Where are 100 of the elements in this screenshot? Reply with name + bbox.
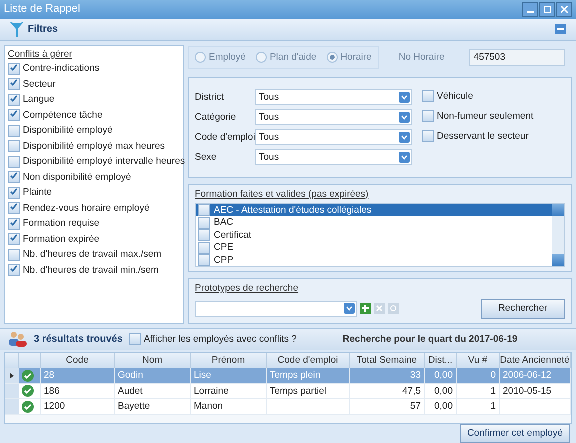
table-cell: 28: [41, 368, 115, 384]
table-row[interactable]: 1200 Bayette Manon 57 0,00 1: [5, 399, 571, 415]
dropdown-caret-icon[interactable]: [399, 152, 410, 163]
close-button[interactable]: [556, 2, 572, 17]
checkbox[interactable]: [8, 156, 20, 168]
checkbox[interactable]: [8, 248, 20, 261]
checkbox[interactable]: [8, 140, 20, 152]
collapse-icon[interactable]: [555, 24, 566, 34]
table-cell: Lise: [191, 368, 267, 384]
row-indicator-cell: [5, 384, 19, 400]
table-cell: 186: [41, 384, 115, 400]
checkbox[interactable]: [128, 333, 141, 346]
list-item[interactable]: Certificat: [196, 228, 552, 242]
table-cell: 0,00: [425, 368, 457, 384]
dropdown[interactable]: Tous: [255, 129, 412, 146]
table-cell: Godin: [115, 368, 191, 384]
column-header[interactable]: Code: [41, 352, 115, 368]
checkbox[interactable]: [8, 171, 20, 184]
checkbox[interactable]: [8, 124, 20, 137]
list-item[interactable]: BAC: [196, 216, 552, 229]
list-item[interactable]: CPE: [196, 241, 552, 254]
checkbox[interactable]: [8, 78, 20, 90]
column-header[interactable]: Code d'emploi: [267, 352, 350, 368]
column-header[interactable]: Prénom: [191, 352, 267, 368]
dropdown-caret-icon[interactable]: [399, 132, 410, 143]
header-cell: [5, 352, 19, 368]
table-row[interactable]: 186 Audet Lorraine Temps partiel 47,5 0,00 1 2010-05-15: [5, 384, 571, 400]
checkbox[interactable]: [8, 62, 20, 75]
table-cell: 1: [457, 384, 500, 400]
table-cell: Manon: [191, 399, 267, 415]
dropdown-caret-icon[interactable]: [399, 112, 410, 123]
checkbox-label: Disponibilité employé intervalle heures: [23, 156, 186, 168]
checkbox[interactable]: [8, 109, 20, 122]
checkbox-label: Formation expirée: [23, 234, 100, 245]
search-button[interactable]: Rechercher: [481, 298, 565, 319]
table-cell: 0: [457, 368, 500, 384]
checkbox[interactable]: [8, 233, 20, 246]
row-pointer-icon: [10, 372, 14, 379]
list-item[interactable]: CPP: [196, 254, 552, 266]
group-title: Conflits à gérer: [8, 48, 74, 60]
radio-label: Plan d'aide: [270, 52, 317, 64]
table-cell: 33: [350, 368, 425, 384]
dropdown[interactable]: Tous: [255, 89, 412, 106]
table-cell: Audet: [115, 384, 191, 400]
column-header[interactable]: Vu #: [457, 352, 500, 368]
checkbox[interactable]: [8, 202, 20, 214]
checkbox[interactable]: [422, 110, 434, 122]
checkbox[interactable]: [8, 186, 20, 199]
checkbox[interactable]: [422, 90, 434, 102]
scrollbar[interactable]: [552, 204, 564, 266]
radio-label: Horaire: [340, 52, 372, 64]
add-icon[interactable]: [360, 303, 371, 314]
group-title: Prototypes de recherche: [195, 282, 299, 294]
table-cell: 0,00: [425, 399, 457, 415]
table-cell: 47,5: [350, 384, 425, 400]
dropdown-caret-icon[interactable]: [399, 92, 410, 103]
dropdown[interactable]: Tous: [255, 149, 412, 166]
table-cell: Temps partiel: [267, 384, 350, 400]
minimize-button[interactable]: [522, 2, 538, 17]
group-title: Formation faites et valides (pas expirées): [195, 188, 369, 200]
radio-label: Employé: [209, 52, 246, 64]
checkbox-label: Non-fumeur seulement: [437, 110, 534, 122]
checkbox[interactable]: [8, 218, 20, 230]
column-header[interactable]: Nom: [115, 352, 191, 368]
column-header[interactable]: Dist...: [425, 352, 457, 368]
field-label: No Horaire: [398, 52, 445, 64]
checkbox-label: Disponibilité employé: [23, 125, 113, 136]
checkbox[interactable]: [8, 94, 20, 106]
field-label: Code d'emploi: [195, 132, 255, 143]
close-icon: [560, 6, 568, 13]
prototype-dropdown[interactable]: [195, 300, 357, 317]
dropdown-caret-icon[interactable]: [344, 303, 355, 314]
checkbox-label: Compétence tâche: [23, 110, 103, 121]
header-cell: [19, 352, 41, 368]
checkbox-label: Contre-indications: [23, 63, 100, 74]
column-header[interactable]: Total Semaine: [350, 352, 425, 368]
field-label: Sexe: [195, 152, 218, 163]
shift-date-label: Recherche pour le quart du 2017-06-19: [342, 334, 518, 345]
confirm-button[interactable]: Confirmer cet employé: [460, 424, 570, 443]
dropdown[interactable]: Tous: [255, 109, 412, 126]
row-indicator-cell: [5, 399, 19, 415]
table-cell: 2006-06-12: [500, 368, 571, 384]
maximize-button[interactable]: [539, 2, 555, 17]
checkbox-label: Rendez-vous horaire employé: [23, 202, 150, 214]
checkbox[interactable]: [422, 130, 434, 142]
window-title: Liste de Rappel: [4, 3, 80, 16]
table-cell: Temps plein: [267, 368, 350, 384]
column-header[interactable]: Date Ancienneté: [500, 352, 571, 368]
checkbox-label: Disponibilité employé max heures: [23, 140, 166, 152]
list-item[interactable]: AEC - Attestation d'études collégiales: [196, 204, 552, 216]
table-cell: 2010-05-15: [500, 384, 571, 400]
checkbox[interactable]: [8, 264, 20, 276]
field-label: Catégorie: [195, 112, 238, 123]
people-icon: [8, 331, 28, 348]
table-cell: 1200: [41, 399, 115, 415]
results-count: 3 résultats trouvés: [34, 334, 123, 345]
checkbox-label: Véhicule: [437, 90, 474, 102]
checkbox-label: Desservant le secteur: [437, 130, 529, 142]
table-cell: Lorraine: [191, 384, 267, 400]
maximize-icon: [544, 6, 550, 13]
